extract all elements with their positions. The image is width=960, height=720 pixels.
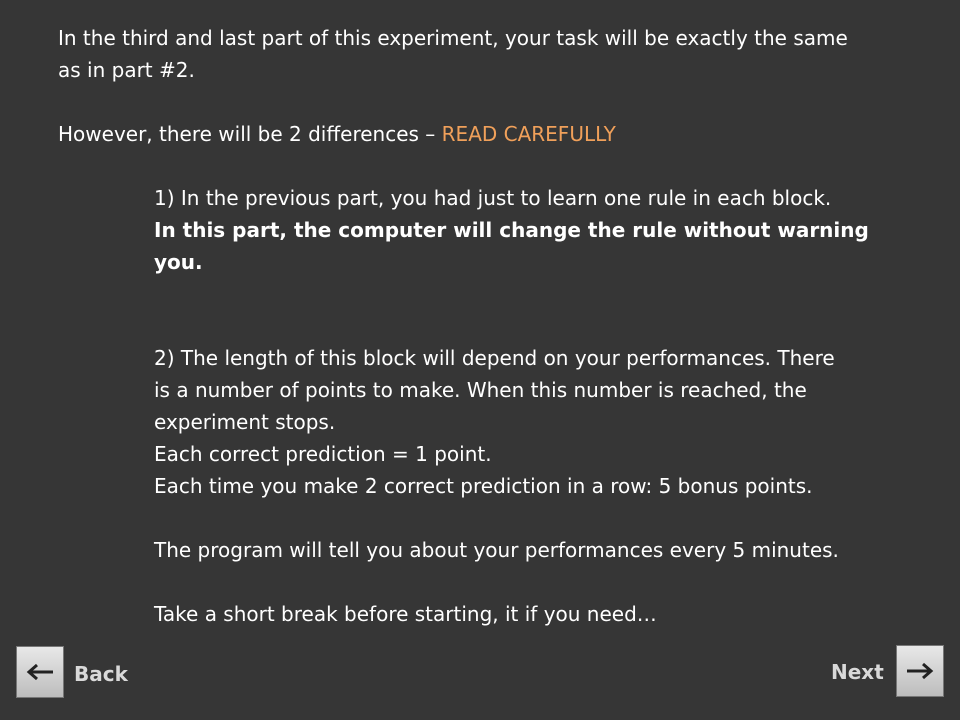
point2-line-4: Each correct prediction = 1 point. [154, 442, 492, 466]
next-label[interactable]: Next [831, 660, 884, 684]
back-label[interactable]: Back [74, 662, 128, 686]
read-carefully-warning: READ CAREFULLY [441, 122, 616, 146]
differences-prefix: However, there will be 2 differences – [58, 122, 442, 146]
intro-text-line-2: as in part #2. [58, 58, 195, 82]
point1-text: 1) In the previous part, you had just to… [154, 186, 832, 210]
differences-heading: However, there will be 2 differences – R… [58, 118, 616, 150]
point2-line-1: 2) The length of this block will depend … [154, 346, 835, 370]
arrow-left-icon [26, 663, 53, 681]
point1-bold-line-1: In this part, the computer will change t… [154, 218, 869, 242]
performance-note: The program will tell you about your per… [154, 538, 839, 562]
arrow-right-icon [907, 662, 934, 680]
instruction-slide: In the third and last part of this exper… [0, 0, 960, 720]
point1-bold-line-2: you. [154, 250, 203, 274]
point2-line-5: Each time you make 2 correct prediction … [154, 474, 813, 498]
intro-text-line-1: In the third and last part of this exper… [58, 26, 848, 50]
next-button[interactable] [896, 645, 944, 697]
break-note: Take a short break before starting, it i… [154, 602, 657, 626]
point2-line-2: is a number of points to make. When this… [154, 378, 807, 402]
point2-line-3: experiment stops. [154, 410, 336, 434]
back-button[interactable] [16, 646, 64, 698]
